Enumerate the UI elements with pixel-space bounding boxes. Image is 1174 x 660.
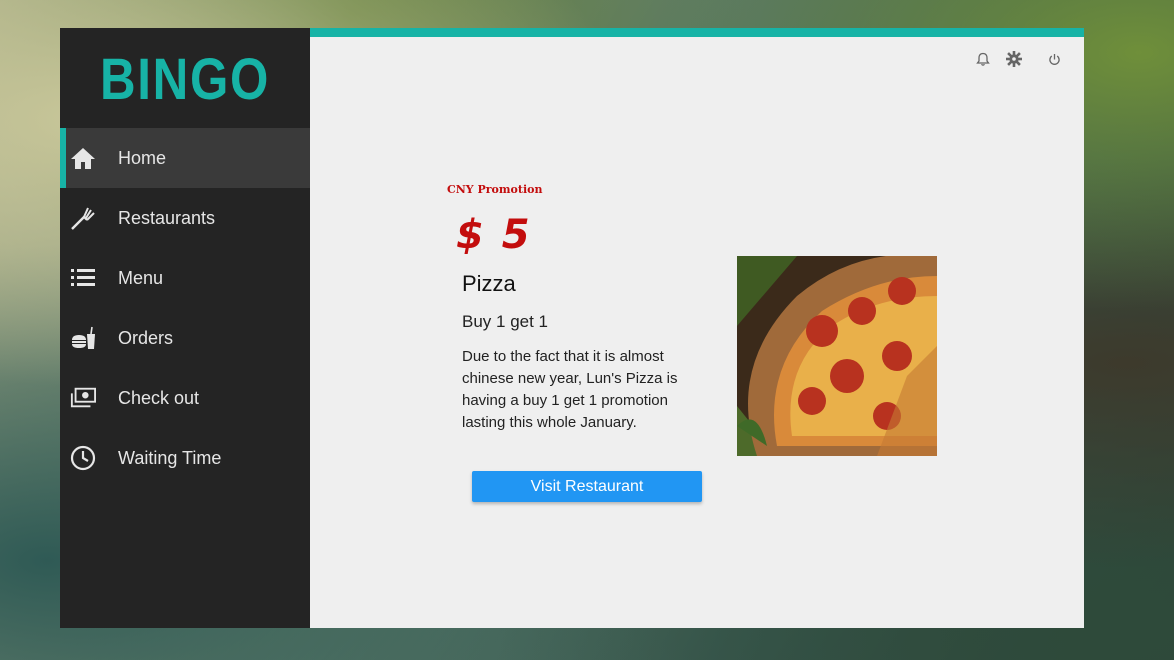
clock-icon (70, 445, 96, 471)
pizza-image (737, 256, 937, 456)
promo-description: Due to the fact that it is almost chines… (462, 348, 678, 431)
sidebar-item-restaurants[interactable]: Restaurants (60, 188, 310, 248)
promo-deal: Buy 1 get 1 (462, 312, 549, 331)
sidebar-item-menu[interactable]: Menu (60, 248, 310, 308)
sidebar-item-home[interactable]: Home (60, 128, 310, 188)
sidebar: BINGO Home Restaurants Menu Orders Check… (60, 28, 310, 628)
main-content: CNY Promotion $ 5 Pizza Buy 1 get 1 Due … (310, 28, 1084, 628)
food-drink-icon (70, 325, 96, 351)
promo-item-name: Pizza (462, 271, 516, 296)
fork-icon (70, 205, 96, 231)
sidebar-item-waiting-time[interactable]: Waiting Time (60, 428, 310, 488)
sidebar-item-orders[interactable]: Orders (60, 308, 310, 368)
promo-price: $ 5 (456, 212, 532, 258)
list-icon (70, 265, 96, 291)
bell-icon[interactable] (974, 50, 992, 68)
sidebar-item-checkout[interactable]: Check out (60, 368, 310, 428)
sidebar-item-label: Restaurants (118, 207, 216, 228)
visit-restaurant-button[interactable]: Visit Restaurant (472, 471, 702, 502)
app-logo: BINGO (99, 47, 271, 112)
sidebar-item-label: Orders (118, 327, 174, 348)
gear-icon[interactable] (1005, 50, 1023, 68)
app-window: BINGO Home Restaurants Menu Orders Check… (60, 28, 1084, 628)
sidebar-item-label: Menu (118, 267, 164, 288)
power-icon[interactable] (1045, 50, 1063, 68)
top-accent-bar (310, 28, 1084, 37)
sidebar-item-label: Check out (118, 387, 200, 408)
promotion-tag: CNY Promotion (447, 183, 543, 196)
cash-icon (70, 385, 96, 411)
home-icon (70, 145, 96, 171)
sidebar-nav: Home Restaurants Menu Orders Check out W… (60, 128, 310, 488)
sidebar-item-label: Home (118, 147, 167, 168)
sidebar-item-label: Waiting Time (118, 447, 222, 468)
